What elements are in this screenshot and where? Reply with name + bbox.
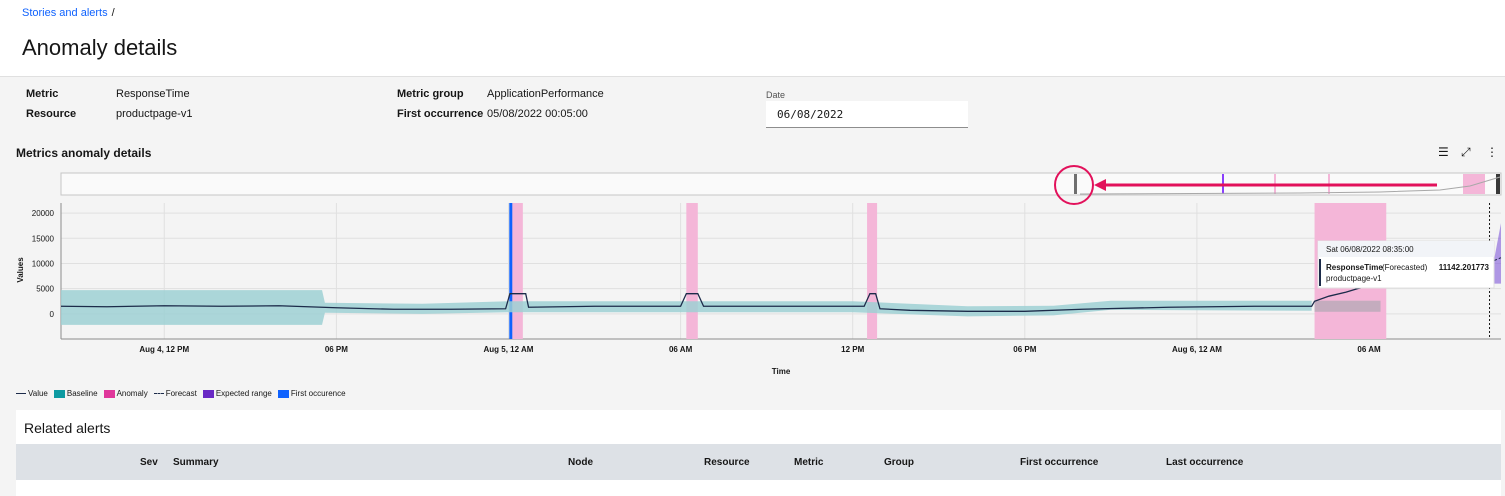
legend-label-baseline: Baseline: [66, 389, 98, 398]
tooltip-kind: (Forecasted): [1382, 263, 1428, 272]
tooltip-metric: ResponseTime: [1326, 263, 1383, 272]
chart-legend: Value Baseline Anomaly Forecast Expected…: [16, 389, 346, 398]
y-tick-label: 0: [50, 310, 55, 319]
legend-label-forecast: Forecast: [165, 389, 197, 398]
legend-item-baseline[interactable]: Baseline: [53, 389, 98, 398]
breadcrumb: Stories and alerts /: [22, 7, 115, 19]
related-alerts-table-header: Sev Summary Node Resource Metric Group F…: [16, 444, 1501, 480]
x-tick-label: Aug 6, 12 AM: [1172, 345, 1222, 354]
y-axis-title: Values: [16, 257, 25, 283]
y-tick-label: 20000: [32, 209, 55, 218]
first-occurrence-label: First occurrence: [397, 108, 484, 120]
x-tick-label: 06 PM: [1013, 345, 1036, 354]
date-input[interactable]: [766, 101, 968, 128]
anomaly-chart[interactable]: 20000 15000 10000 5000 0 Aug 4, 12 PM 06 PM Aug…: [0, 160, 1505, 385]
list-icon[interactable]: ☰: [1438, 145, 1449, 159]
x-tick-label: Aug 4, 12 PM: [139, 345, 189, 354]
legend-item-anomaly[interactable]: Anomaly: [103, 389, 148, 398]
column-header-group[interactable]: Group: [884, 457, 914, 468]
date-label: Date: [766, 90, 786, 100]
y-tick-label: 15000: [32, 234, 55, 243]
legend-swatch-value: [16, 393, 26, 394]
metric-label: Metric: [26, 88, 59, 100]
legend-label-anomaly: Anomaly: [116, 389, 148, 398]
first-occurrence-marker[interactable]: [509, 203, 513, 339]
x-tick-label: 06 AM: [1357, 345, 1381, 354]
x-tick-label: 12 PM: [841, 345, 864, 354]
y-tick-label: 5000: [36, 285, 54, 294]
column-header-resource[interactable]: Resource: [704, 457, 750, 468]
x-tick-label: 06 AM: [669, 345, 693, 354]
legend-swatch-expected-range: [202, 389, 214, 398]
related-alerts-panel: Related alerts Sev Summary Node Resource…: [16, 410, 1501, 496]
resource-value: productpage-v1: [116, 108, 193, 120]
y-tick-label: 10000: [32, 259, 55, 268]
x-tick-label: 06 PM: [325, 345, 348, 354]
overflow-menu-icon[interactable]: ⋮: [1486, 145, 1498, 159]
expand-icon[interactable]: ⤢: [1461, 145, 1471, 160]
legend-swatch-baseline: [53, 389, 65, 398]
anomaly-window[interactable]: [867, 203, 878, 339]
page-header: Stories and alerts / Anomaly details: [0, 0, 1505, 77]
column-header-metric[interactable]: Metric: [794, 457, 823, 468]
legend-item-first-occurrence[interactable]: First occurence: [277, 389, 346, 398]
column-header-summary[interactable]: Summary: [173, 457, 219, 468]
breadcrumb-separator: /: [111, 7, 115, 19]
tooltip-date: Sat 06/08/2022 08:35:00: [1326, 245, 1414, 254]
baseline-band-anomaly-overlap: [1314, 300, 1381, 312]
x-axis-title: Time: [772, 367, 791, 376]
column-header-first-occurrence[interactable]: First occurrence: [1020, 457, 1098, 468]
page-title: Anomaly details: [22, 35, 178, 60]
metric-group-value: ApplicationPerformance: [487, 88, 604, 100]
column-header-node[interactable]: Node: [568, 457, 593, 468]
metric-value: ResponseTime: [116, 88, 190, 100]
column-header-last-occurrence[interactable]: Last occurrence: [1166, 457, 1243, 468]
legend-swatch-first-occurrence: [277, 389, 289, 398]
resource-label: Resource: [26, 108, 77, 120]
legend-item-expected-range[interactable]: Expected range: [202, 389, 272, 398]
legend-swatch-anomaly: [103, 389, 115, 398]
breadcrumb-link-stories[interactable]: Stories and alerts: [22, 7, 108, 19]
legend-label-first-occurrence: First occurence: [290, 389, 346, 398]
legend-item-forecast[interactable]: Forecast: [153, 389, 197, 398]
overview-anomaly-mark: [1463, 174, 1485, 194]
tooltip-value: 11142.201773: [1439, 263, 1490, 272]
x-tick-label: Aug 5, 12 AM: [484, 345, 534, 354]
section-title: Metrics anomaly details: [16, 146, 152, 160]
related-alerts-title: Related alerts: [24, 420, 111, 436]
legend-label-value: Value: [28, 389, 48, 398]
first-occurrence-value: 05/08/2022 00:05:00: [487, 108, 588, 120]
legend-swatch-forecast: [153, 393, 164, 394]
column-header-sev[interactable]: Sev: [140, 457, 158, 468]
anomaly-window[interactable]: [511, 203, 523, 339]
tooltip-series-swatch: [1319, 259, 1321, 286]
legend-label-expected-range: Expected range: [215, 389, 272, 398]
overview-brush-handle[interactable]: [1074, 174, 1077, 194]
anomaly-window[interactable]: [686, 203, 698, 339]
metric-group-label: Metric group: [397, 88, 464, 100]
legend-item-value[interactable]: Value: [16, 389, 48, 398]
tooltip-resource: productpage-v1: [1326, 274, 1382, 283]
